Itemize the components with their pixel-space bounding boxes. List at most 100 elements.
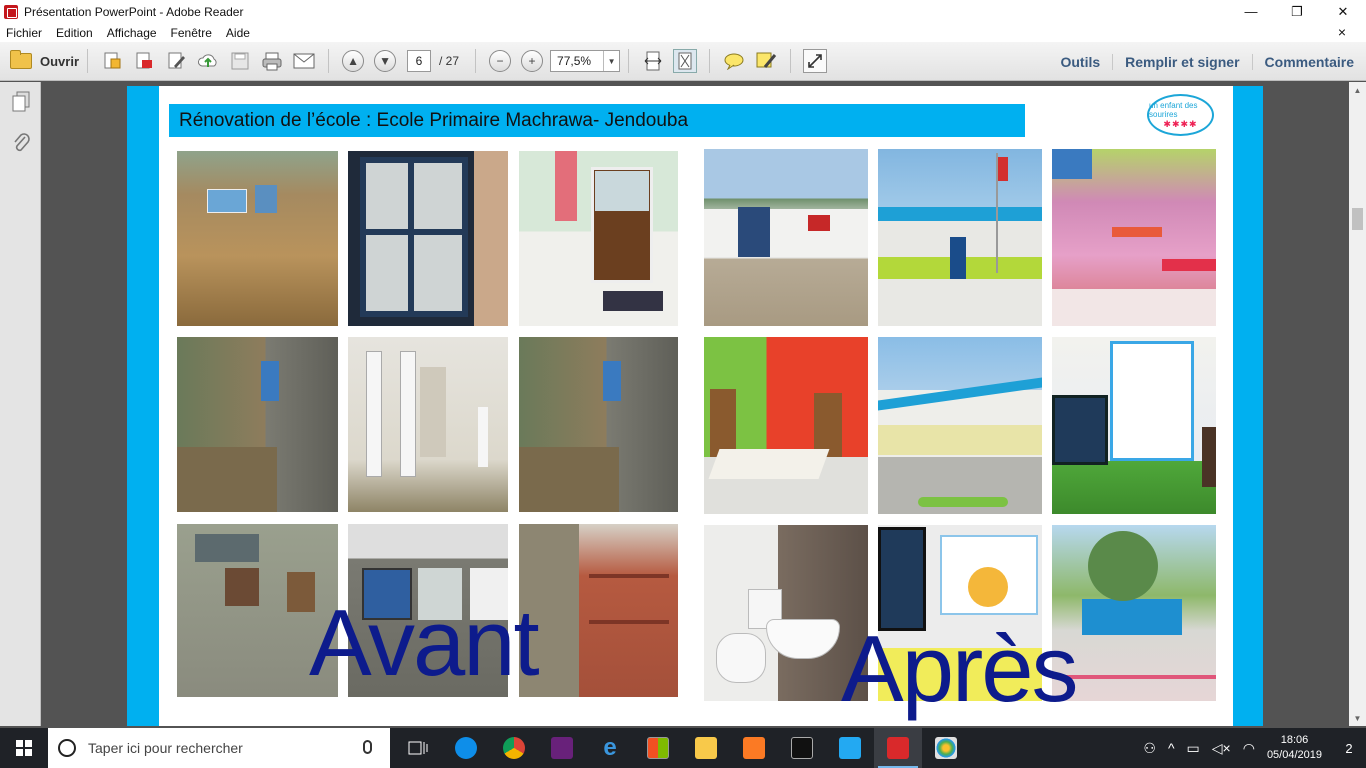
toolbar: Ouvrir ▲ ▼ 6 / 27 − + 77,5% ▼ Outils Rem… [0, 42, 1366, 81]
window-title: Présentation PowerPoint - Adobe Reader [24, 4, 244, 19]
create-pdf-icon[interactable] [100, 49, 124, 73]
photo-before-9 [519, 524, 678, 697]
terminal-icon[interactable] [778, 728, 826, 768]
close-document-icon[interactable]: × [1338, 24, 1346, 40]
toolbar-separator [475, 49, 477, 73]
menu-affichage[interactable]: Affichage [107, 26, 157, 40]
zoom-value: 77,5% [557, 54, 592, 68]
fit-page-icon[interactable] [673, 49, 698, 73]
teamviewer-icon[interactable] [442, 728, 490, 768]
restore-button[interactable]: ❐ [1274, 0, 1320, 23]
folder-icon [10, 50, 32, 69]
comment-icon[interactable] [722, 49, 746, 73]
photo-after-6 [1052, 337, 1216, 514]
fullscreen-icon[interactable] [803, 49, 828, 73]
chrome-icon[interactable] [490, 728, 538, 768]
window-controls: — ❐ ✕ [1228, 0, 1366, 23]
taskbar: Taper ici pour rechercher e ⚇ ^ ▭ ◁× ◠ 1… [0, 728, 1366, 768]
page-number-input[interactable]: 6 [407, 50, 432, 72]
photo-before-4 [177, 337, 338, 512]
slide-content: Rénovation de l’école : Ecole Primaire M… [159, 86, 1233, 726]
xampp-icon[interactable] [730, 728, 778, 768]
previous-page-icon[interactable]: ▲ [342, 50, 365, 72]
battery-icon[interactable]: ▭ [1187, 740, 1200, 757]
tools-link[interactable]: Outils [1048, 54, 1112, 70]
menu-aide[interactable]: Aide [226, 26, 250, 40]
task-pane-links: Outils Remplir et signer Commentaire [1048, 42, 1366, 81]
upload-cloud-icon[interactable] [196, 49, 220, 73]
fill-sign-link[interactable]: Remplir et signer [1112, 53, 1251, 70]
caption-after: Après [841, 616, 1079, 721]
adobe-reader-taskbar-icon[interactable] [874, 728, 922, 768]
photo-after-5 [878, 337, 1042, 514]
photo-before-5 [348, 337, 508, 512]
photo-after-9 [1052, 525, 1216, 701]
notification-count: 2 [1345, 740, 1353, 756]
open-button[interactable]: Ouvrir [10, 47, 79, 75]
zoom-select[interactable]: 77,5% ▼ [550, 50, 621, 72]
menu-fenetre[interactable]: Fenêtre [171, 26, 212, 40]
search-placeholder: Taper ici pour rechercher [88, 740, 243, 756]
menu-fichier[interactable]: Fichier [6, 26, 42, 40]
toolbar-separator [328, 49, 330, 73]
save-icon[interactable] [228, 49, 252, 73]
scroll-up-icon[interactable]: ▲ [1349, 82, 1366, 98]
paint-icon[interactable] [922, 728, 970, 768]
system-tray: ⚇ ^ ▭ ◁× ◠ 18:06 05/04/2019 2 [1137, 728, 1366, 768]
cortana-icon [58, 739, 76, 757]
file-explorer-icon[interactable] [682, 728, 730, 768]
vscode-icon[interactable] [826, 728, 874, 768]
toolbar-separator [87, 49, 89, 73]
title-bar: Présentation PowerPoint - Adobe Reader —… [0, 0, 1366, 23]
clock[interactable]: 18:06 05/04/2019 [1267, 733, 1322, 763]
chevron-down-icon[interactable]: ▼ [603, 51, 619, 71]
toolbar-separator [709, 49, 711, 73]
photo-before-1 [177, 151, 338, 326]
attachments-icon[interactable] [0, 122, 41, 162]
caption-before: Avant [309, 590, 540, 695]
scroll-thumb[interactable] [1352, 208, 1363, 230]
chevron-up-icon[interactable]: ^ [1168, 740, 1175, 756]
windows-icon [16, 740, 32, 756]
start-button[interactable] [0, 728, 48, 768]
email-icon[interactable] [292, 49, 316, 73]
taskbar-apps: e [394, 728, 970, 768]
close-button[interactable]: ✕ [1320, 0, 1366, 23]
fit-width-icon[interactable] [641, 49, 665, 73]
photo-before-2 [348, 151, 508, 326]
adobe-reader-icon [4, 4, 18, 19]
open-label: Ouvrir [40, 53, 80, 69]
edge-icon[interactable]: e [586, 728, 634, 768]
visual-studio-icon[interactable] [538, 728, 586, 768]
task-view-icon[interactable] [394, 728, 442, 768]
action-center-icon[interactable]: 2 [1332, 728, 1366, 768]
menu-edition[interactable]: Edition [56, 26, 93, 40]
zoom-in-icon[interactable]: + [521, 50, 544, 72]
logo-text: un enfant des sourires [1149, 100, 1198, 119]
document-view[interactable]: Rénovation de l’école : Ecole Primaire M… [41, 82, 1349, 726]
export-pdf-icon[interactable] [132, 49, 156, 73]
minimize-button[interactable]: — [1228, 0, 1274, 23]
print-icon[interactable] [260, 49, 284, 73]
people-icon[interactable]: ⚇ [1143, 740, 1156, 757]
store-icon[interactable] [634, 728, 682, 768]
clock-date: 05/04/2019 [1266, 749, 1322, 761]
association-logo: un enfant des sourires ✱✱✱✱ [1147, 94, 1214, 136]
microphone-icon[interactable] [363, 740, 372, 754]
page-total: / 27 [439, 54, 460, 68]
volume-icon[interactable]: ◁× [1212, 740, 1231, 757]
zoom-out-icon[interactable]: − [489, 50, 512, 72]
wifi-icon[interactable]: ◠ [1243, 740, 1255, 757]
clock-time: 18:06 [1280, 734, 1309, 746]
scroll-down-icon[interactable]: ▼ [1349, 710, 1366, 726]
taskbar-search[interactable]: Taper ici pour rechercher [48, 728, 390, 768]
comment-link[interactable]: Commentaire [1251, 53, 1366, 70]
edit-pdf-icon[interactable] [164, 49, 188, 73]
photo-before-6 [519, 337, 678, 512]
page-thumbnails-icon[interactable] [0, 82, 41, 122]
next-page-icon[interactable]: ▼ [374, 50, 397, 72]
highlight-icon[interactable] [754, 49, 778, 73]
vertical-scrollbar[interactable]: ▲ ▼ [1349, 82, 1366, 726]
menu-bar: Fichier Edition Affichage Fenêtre Aide × [0, 23, 1366, 42]
logo-figures: ✱✱✱✱ [1163, 118, 1198, 129]
